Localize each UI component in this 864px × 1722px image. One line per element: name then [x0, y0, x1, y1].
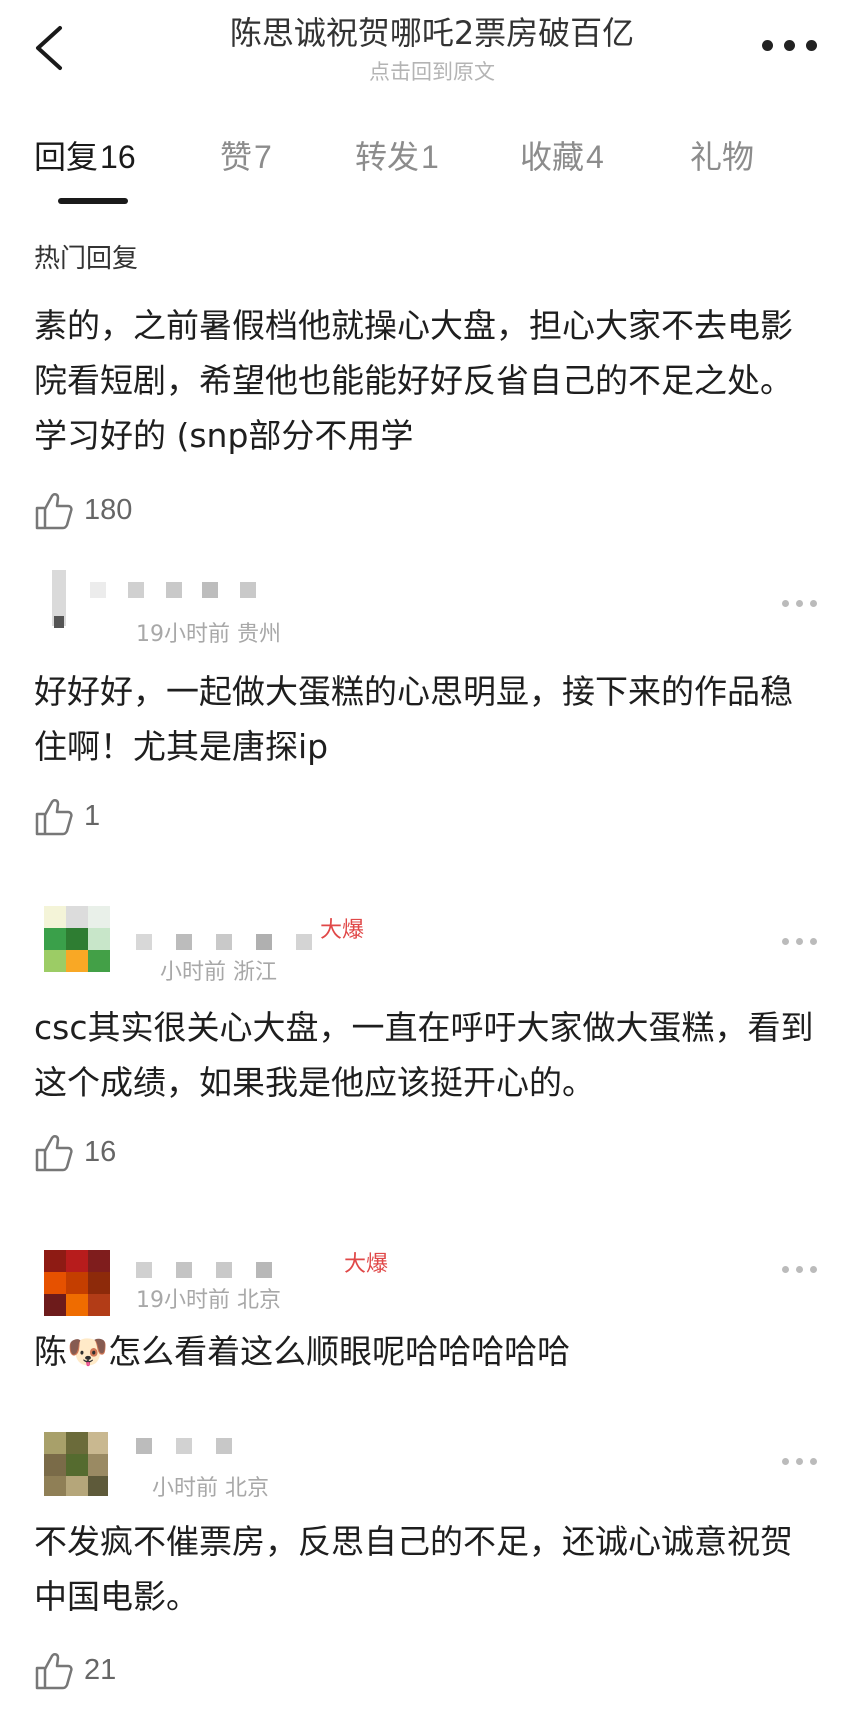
- comment-time-location: 19小时前 北京: [136, 1288, 281, 1313]
- tab-gifts[interactable]: 礼物: [690, 132, 754, 178]
- tab-label: 礼物: [690, 138, 755, 176]
- dog-emoji-icon: 🐶: [67, 1332, 109, 1371]
- comment-more-button[interactable]: [782, 1266, 818, 1274]
- hot-replies-heading: 热门回复: [34, 244, 139, 274]
- avatar[interactable]: [44, 1432, 108, 1496]
- page-title[interactable]: 陈思诚祝贺哪吒2票房破百亿: [0, 8, 864, 54]
- tab-replies[interactable]: 回复16: [34, 132, 136, 178]
- more-options-button[interactable]: [762, 40, 822, 52]
- back-to-original-link[interactable]: 点击回到原文: [0, 56, 864, 86]
- comment-more-button[interactable]: [782, 600, 818, 608]
- tab-label: 回复: [34, 138, 99, 176]
- thumbs-up-icon: [35, 799, 73, 836]
- comment-text: 素的，之前暑假档他就操心大盘，担心大家不去电影院看短剧，希望他也能能好好反省自己…: [34, 306, 793, 455]
- avatar[interactable]: [44, 568, 110, 634]
- like-count: 21: [84, 1654, 117, 1686]
- thumbs-up-icon: [35, 1653, 73, 1690]
- dot-icon: [782, 938, 789, 945]
- thumbs-up-icon: [35, 493, 73, 530]
- dot-icon: [796, 1458, 803, 1465]
- dot-icon: [810, 938, 817, 945]
- comment-text: 好好好，一起做大蛋糕的心思明显，接下来的作品稳住啊！尤其是唐探ip: [34, 672, 793, 766]
- comment-time-location: 19小时前 贵州: [136, 622, 281, 647]
- avatar[interactable]: [44, 906, 114, 976]
- dot-icon: [796, 600, 803, 607]
- dot-icon: [796, 938, 803, 945]
- tab-label: 转发: [355, 138, 420, 176]
- tab-bar: 回复16 赞7 转发1 收藏4 礼物: [0, 132, 864, 176]
- dot-icon: [762, 40, 773, 51]
- tab-count: 7: [254, 139, 272, 175]
- dot-icon: [782, 600, 789, 607]
- tab-label: 收藏: [520, 138, 585, 176]
- comment-text-start: 陈: [34, 1332, 67, 1371]
- comment-text-end: 怎么看着这么顺眼呢哈哈哈哈哈: [108, 1332, 571, 1371]
- dot-icon: [810, 1266, 817, 1273]
- tab-likes[interactable]: 赞7: [220, 132, 272, 178]
- dot-icon: [784, 40, 795, 51]
- tab-count: 4: [586, 139, 604, 175]
- user-badge: 大爆: [344, 1252, 389, 1277]
- dot-icon: [806, 40, 817, 51]
- tab-reposts[interactable]: 转发1: [355, 132, 439, 178]
- tab-count: 16: [100, 139, 136, 175]
- avatar[interactable]: [44, 1250, 110, 1316]
- dot-icon: [782, 1266, 789, 1273]
- dot-icon: [782, 1458, 789, 1465]
- comment-text: 陈🐶怎么看着这么顺眼呢哈哈哈哈哈: [34, 1324, 834, 1379]
- tab-favorites[interactable]: 收藏4: [520, 132, 604, 178]
- comment-more-button[interactable]: [782, 938, 818, 946]
- comment-text: csc其实很关心大盘，一直在呼吁大家做大蛋糕，看到这个成绩，如果我是他应该挺开心…: [34, 1008, 814, 1102]
- comment-time-location: 小时前 北京: [152, 1476, 269, 1501]
- user-badge: 大爆: [320, 918, 365, 943]
- dot-icon: [810, 1458, 817, 1465]
- active-tab-indicator: [58, 198, 128, 204]
- dot-icon: [796, 1266, 803, 1273]
- comment-time-location: 小时前 浙江: [160, 960, 277, 985]
- like-count: 16: [84, 1136, 117, 1168]
- tab-label: 赞: [220, 138, 253, 176]
- tab-count: 1: [421, 139, 439, 175]
- comment-text: 不发疯不催票房，反思自己的不足，还诚心诚意祝贺中国电影。: [34, 1522, 793, 1616]
- comment-more-button[interactable]: [782, 1458, 818, 1466]
- like-count: 1: [84, 800, 101, 832]
- thumbs-up-icon: [35, 1135, 73, 1172]
- dot-icon: [810, 600, 817, 607]
- like-count: 180: [84, 494, 133, 526]
